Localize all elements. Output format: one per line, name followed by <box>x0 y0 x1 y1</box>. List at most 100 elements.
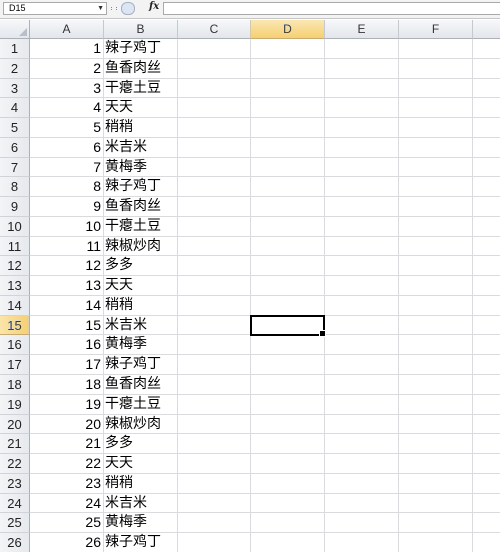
cell-b17[interactable]: 辣子鸡丁 <box>104 355 178 376</box>
row-header-26[interactable]: 26 <box>0 533 30 552</box>
cell-d17[interactable] <box>251 355 325 376</box>
cell-e19[interactable] <box>325 394 399 415</box>
row-header-13[interactable]: 13 <box>0 276 30 296</box>
cell-c10[interactable] <box>178 216 251 237</box>
cell-b23[interactable]: 稍稍 <box>104 473 178 494</box>
cell-extra6[interactable] <box>473 138 500 158</box>
cell-b13[interactable]: 天天 <box>104 276 178 296</box>
row-header-17[interactable]: 17 <box>0 355 30 376</box>
cell-e26[interactable] <box>325 533 399 552</box>
row-header-6[interactable]: 6 <box>0 137 30 158</box>
cell-d1[interactable] <box>251 39 325 59</box>
cell-f24[interactable] <box>399 493 473 514</box>
row-header-3[interactable]: 3 <box>0 78 30 99</box>
row-header-16[interactable]: 16 <box>0 335 30 356</box>
cell-extra9[interactable] <box>473 197 500 217</box>
cell-a12[interactable]: 12 <box>30 256 104 277</box>
cell-e6[interactable] <box>325 137 399 158</box>
row-header-7[interactable]: 7 <box>0 157 30 178</box>
cell-b24[interactable]: 米吉米 <box>104 493 178 514</box>
cell-f13[interactable] <box>399 276 473 296</box>
cell-b5[interactable]: 稍稍 <box>104 118 178 138</box>
cell-c4[interactable] <box>178 98 251 119</box>
cell-c13[interactable] <box>178 276 251 296</box>
insert-function-icon[interactable]: fx <box>149 1 159 12</box>
cell-extra18[interactable] <box>473 375 500 395</box>
cell-b1[interactable]: 辣子鸡丁 <box>104 39 178 59</box>
cell-f20[interactable] <box>399 414 473 435</box>
cell-extra2[interactable] <box>473 59 500 79</box>
cell-f18[interactable] <box>399 375 473 395</box>
cell-b2[interactable]: 鱼香肉丝 <box>104 58 178 79</box>
cell-f3[interactable] <box>399 78 473 99</box>
cell-extra25[interactable] <box>473 513 500 534</box>
cell-e2[interactable] <box>325 58 399 79</box>
row-header-15[interactable]: 15 <box>0 315 30 336</box>
cell-c18[interactable] <box>178 375 251 395</box>
cell-a16[interactable]: 16 <box>30 335 104 356</box>
row-header-9[interactable]: 9 <box>0 197 30 217</box>
cell-d6[interactable] <box>251 137 325 158</box>
cell-f6[interactable] <box>399 137 473 158</box>
cell-d20[interactable] <box>251 414 325 435</box>
cell-c12[interactable] <box>178 256 251 277</box>
cell-b7[interactable]: 黄梅季 <box>104 157 178 178</box>
cell-c23[interactable] <box>178 473 251 494</box>
cell-a1[interactable]: 1 <box>30 39 104 59</box>
cell-b18[interactable]: 鱼香肉丝 <box>104 375 178 395</box>
formula-input[interactable] <box>163 2 500 15</box>
cell-d14[interactable] <box>251 295 325 316</box>
cell-f12[interactable] <box>399 256 473 277</box>
cell-extra5[interactable] <box>473 118 500 138</box>
row-header-25[interactable]: 25 <box>0 513 30 534</box>
cell-d11[interactable] <box>251 236 325 257</box>
cell-d12[interactable] <box>251 256 325 277</box>
cell-c26[interactable] <box>178 533 251 552</box>
cell-f21[interactable] <box>399 434 473 455</box>
cell-b4[interactable]: 天天 <box>104 98 178 119</box>
cell-c8[interactable] <box>178 177 251 198</box>
cell-extra24[interactable] <box>473 494 500 514</box>
cell-f22[interactable] <box>399 454 473 474</box>
cell-f4[interactable] <box>399 98 473 119</box>
cell-e14[interactable] <box>325 295 399 316</box>
cell-c20[interactable] <box>178 414 251 435</box>
cell-a2[interactable]: 2 <box>30 58 104 79</box>
cell-e25[interactable] <box>325 513 399 534</box>
cell-extra11[interactable] <box>473 237 500 257</box>
cell-c22[interactable] <box>178 454 251 474</box>
cell-c3[interactable] <box>178 78 251 99</box>
cell-e3[interactable] <box>325 78 399 99</box>
cell-c21[interactable] <box>178 434 251 455</box>
cell-f11[interactable] <box>399 236 473 257</box>
cell-a26[interactable]: 26 <box>30 533 104 552</box>
column-header-a[interactable]: A <box>30 20 104 39</box>
cell-e7[interactable] <box>325 157 399 178</box>
row-header-4[interactable]: 4 <box>0 98 30 119</box>
cell-b12[interactable]: 多多 <box>104 256 178 277</box>
row-header-18[interactable]: 18 <box>0 375 30 395</box>
cell-a24[interactable]: 24 <box>30 493 104 514</box>
cell-f14[interactable] <box>399 295 473 316</box>
cell-extra23[interactable] <box>473 474 500 494</box>
cell-a10[interactable]: 10 <box>30 216 104 237</box>
cell-extra21[interactable] <box>473 434 500 455</box>
cell-a6[interactable]: 6 <box>30 137 104 158</box>
cell-a21[interactable]: 21 <box>30 434 104 455</box>
cell-f8[interactable] <box>399 177 473 198</box>
cell-extra1[interactable] <box>473 39 500 59</box>
cell-d10[interactable] <box>251 216 325 237</box>
cell-e1[interactable] <box>325 39 399 59</box>
cell-a20[interactable]: 20 <box>30 414 104 435</box>
cell-a4[interactable]: 4 <box>30 98 104 119</box>
cell-e21[interactable] <box>325 434 399 455</box>
cell-c15[interactable] <box>178 315 251 336</box>
cell-b8[interactable]: 辣子鸡丁 <box>104 177 178 198</box>
cell-e4[interactable] <box>325 98 399 119</box>
cell-c19[interactable] <box>178 394 251 415</box>
cell-a19[interactable]: 19 <box>30 394 104 415</box>
cell-extra15[interactable] <box>473 316 500 336</box>
column-header-f[interactable]: F <box>399 20 473 39</box>
cell-d8[interactable] <box>251 177 325 198</box>
cell-a22[interactable]: 22 <box>30 454 104 474</box>
